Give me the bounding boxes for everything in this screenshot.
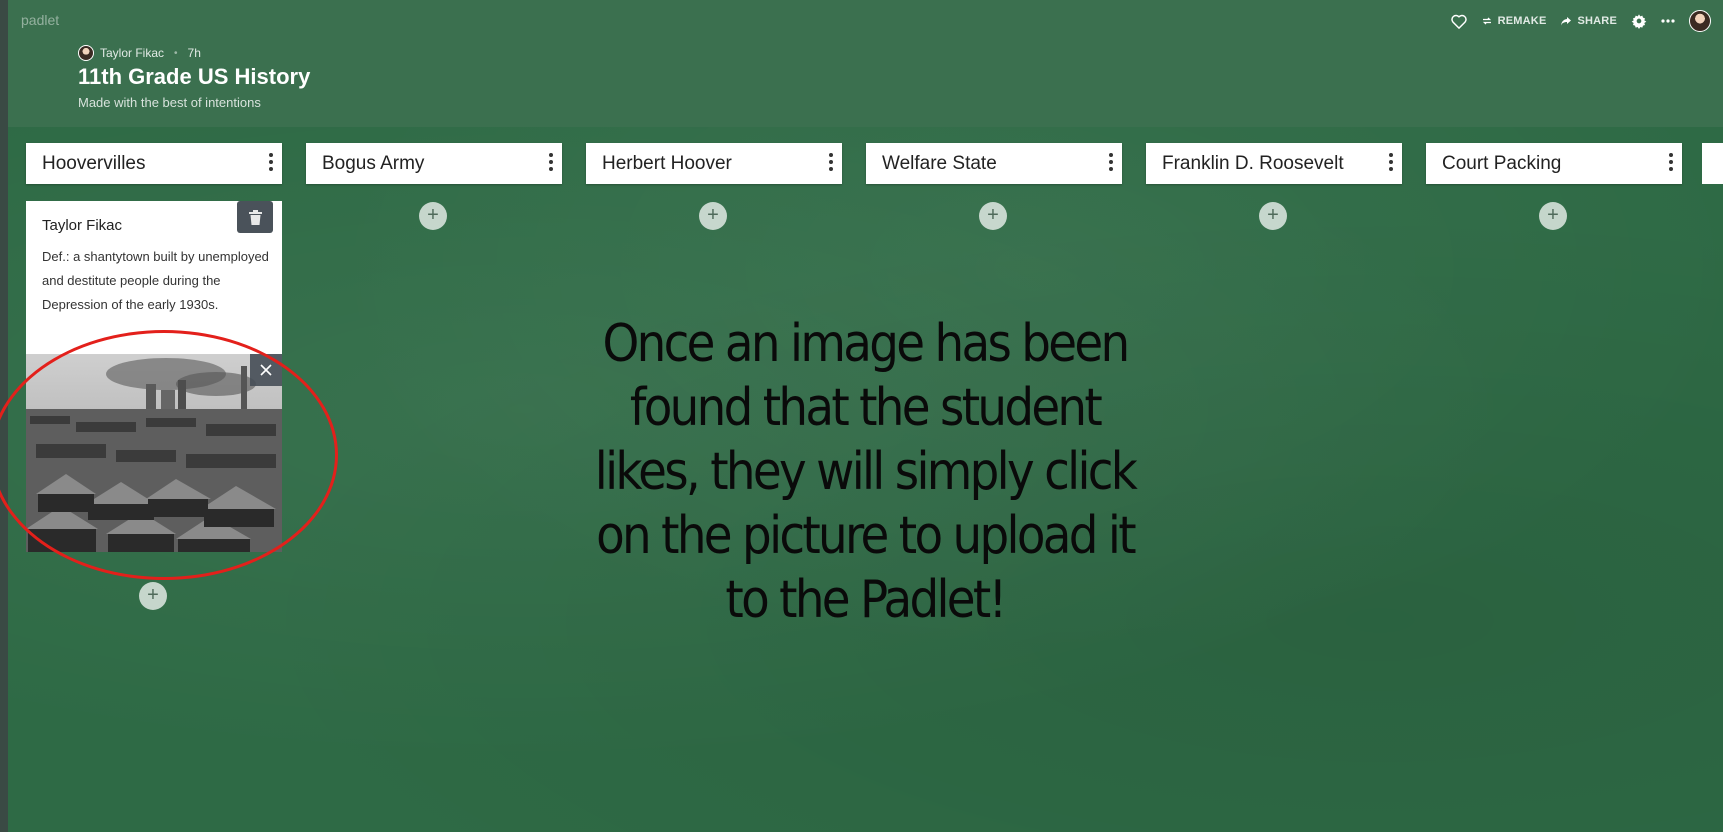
more-button[interactable] — [1661, 19, 1675, 23]
column-menu-icon[interactable] — [828, 153, 834, 171]
remake-button[interactable]: REMAKE — [1481, 15, 1547, 27]
board-author-line: Taylor Fikac • 7h — [78, 45, 201, 61]
heart-icon — [1450, 14, 1467, 29]
column-title: Bogus Army — [322, 152, 425, 174]
board-title[interactable]: 11th Grade US History — [78, 64, 310, 90]
instruction-overlay-text: Once an image has been found that the st… — [594, 314, 1138, 630]
add-post-button[interactable]: + — [979, 202, 1007, 230]
close-icon — [260, 364, 272, 376]
add-post-button[interactable]: + — [419, 202, 447, 230]
user-avatar[interactable] — [1689, 10, 1711, 32]
remove-image-button[interactable] — [250, 354, 282, 386]
column-header-herbert-hoover[interactable]: Herbert Hoover — [586, 143, 842, 184]
add-post-button[interactable]: + — [1259, 202, 1287, 230]
board-subtitle: Made with the best of intentions — [78, 95, 261, 110]
post-author: Taylor Fikac — [42, 217, 123, 234]
column-header-franklin-d-roosevelt[interactable]: Franklin D. Roosevelt — [1146, 143, 1402, 184]
trash-icon — [248, 209, 262, 225]
author-avatar — [78, 45, 94, 61]
column-menu-icon[interactable] — [1388, 153, 1394, 171]
plus-icon: + — [427, 204, 439, 226]
author-name: Taylor Fikac — [100, 46, 165, 60]
remake-icon — [1482, 17, 1491, 25]
column-menu-icon[interactable] — [1108, 153, 1114, 171]
post-image[interactable] — [26, 354, 282, 552]
column-header-court-packing[interactable]: Court Packing — [1426, 143, 1682, 184]
post-time: 7h — [187, 46, 201, 60]
share-button[interactable]: SHARE — [1560, 15, 1617, 27]
brand-logo[interactable]: padlet — [21, 12, 59, 28]
separator-dot: • — [174, 47, 178, 59]
gear-icon — [1631, 14, 1647, 29]
share-icon — [1561, 17, 1572, 26]
column-title: Welfare State — [882, 152, 997, 174]
plus-icon: + — [147, 584, 159, 606]
column-title: Hoovervilles — [42, 152, 146, 174]
share-label: SHARE — [1577, 15, 1617, 27]
remake-label: REMAKE — [1497, 15, 1547, 27]
post-body: Def.: a shantytown built by unemployed a… — [42, 249, 269, 312]
plus-icon: + — [1547, 204, 1559, 226]
column-menu-icon[interactable] — [1668, 153, 1674, 171]
plus-icon: + — [707, 204, 719, 226]
delete-post-button[interactable] — [237, 201, 273, 233]
left-edge-strip — [0, 0, 8, 832]
hooverville-photo — [26, 354, 282, 552]
column-menu-icon[interactable] — [268, 153, 274, 171]
column-header-welfare-state[interactable]: Welfare State — [866, 143, 1122, 184]
add-post-button[interactable]: + — [1539, 202, 1567, 230]
column-title: Court Packing — [1442, 152, 1562, 174]
column-title: Herbert Hoover — [602, 152, 732, 174]
plus-icon: + — [1267, 204, 1279, 226]
column-title: Franklin D. Roosevelt — [1162, 152, 1344, 174]
settings-button[interactable] — [1631, 13, 1647, 29]
column-header-hoovervilles[interactable]: Hoovervilles — [26, 143, 282, 184]
top-toolbar: REMAKE SHARE — [1450, 9, 1711, 33]
add-post-button[interactable]: + — [139, 582, 167, 610]
more-icon — [1661, 19, 1675, 23]
like-button[interactable] — [1450, 14, 1467, 29]
plus-icon: + — [987, 204, 999, 226]
column-header-partial[interactable] — [1702, 143, 1723, 184]
column-header-bogus-army[interactable]: Bogus Army — [306, 143, 562, 184]
add-post-button[interactable]: + — [699, 202, 727, 230]
column-menu-icon[interactable] — [548, 153, 554, 171]
post-card[interactable]: Taylor Fikac Def.: a shantytown built by… — [26, 201, 282, 354]
